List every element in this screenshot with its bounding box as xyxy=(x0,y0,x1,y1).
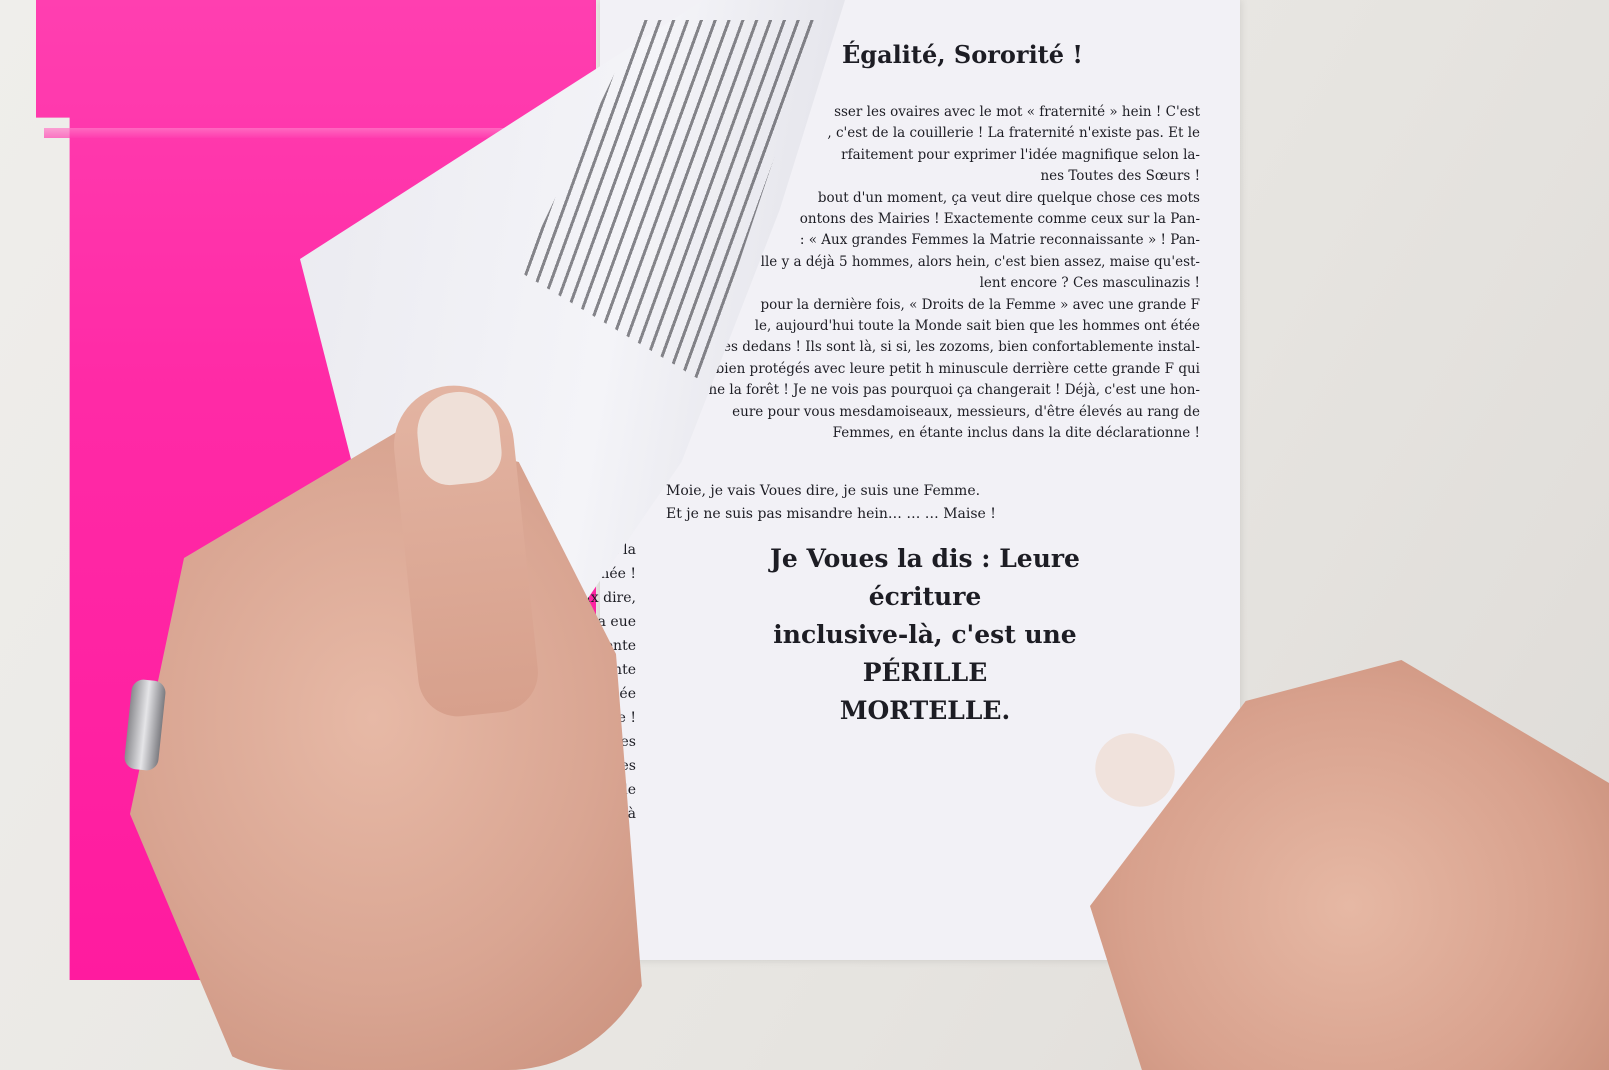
callout-statement: Je Voues la dis : Leure écriture inclusiv… xyxy=(710,540,1140,730)
sheet-heading: Égalité, Sororité ! xyxy=(842,40,1083,69)
body-line: eure pour vous mesdamoiseaux, messieurs,… xyxy=(732,403,1200,420)
body-line: nses dedans ! Ils sont là, si si, les zo… xyxy=(707,339,1200,356)
body-line: he la forêt ! Je ne vois pas pourquoi ça… xyxy=(708,382,1200,399)
callout-line: MORTELLE. xyxy=(839,696,1011,725)
closing-line: Et je ne suis pas misandre hein… … … Mai… xyxy=(666,506,996,522)
body-line: bien protégés avec leure petit h minuscu… xyxy=(715,360,1200,377)
closing-line: Moie, je vais Voues dire, je suis une Fe… xyxy=(666,483,981,499)
body-line: Femmes, en étante inclus dans la dite dé… xyxy=(832,425,1200,442)
body-line: le, aujourd'hui toute la Monde sait bien… xyxy=(754,318,1200,335)
closing-lines: Moie, je vais Voues dire, je suis une Fe… xyxy=(666,480,996,526)
callout-line: Je Voues la dis : Leure écriture xyxy=(770,544,1080,611)
callout-line: inclusive-là, c'est une PÉRILLE xyxy=(773,620,1077,687)
